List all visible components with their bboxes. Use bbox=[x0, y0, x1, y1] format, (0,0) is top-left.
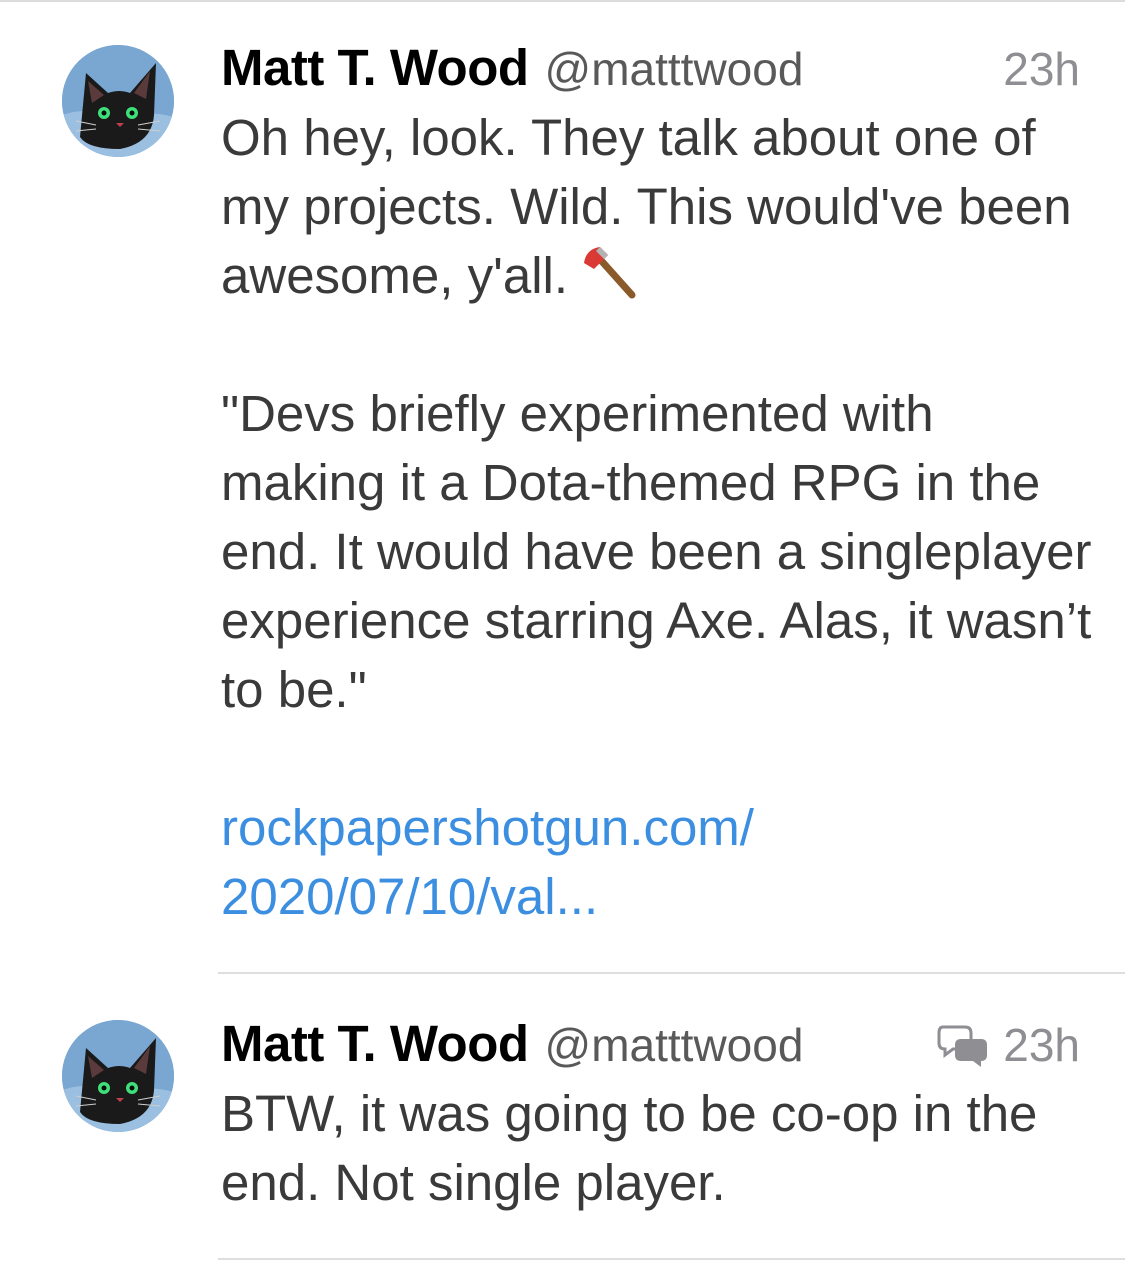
conversation-icon[interactable] bbox=[937, 1023, 989, 1067]
tweet-quote: "Devs briefly experimented with making i… bbox=[221, 385, 1092, 718]
timestamp: 23h bbox=[1003, 43, 1080, 95]
tweet-row[interactable]: Matt T. Wood @matttwood 23h Oh hey, look… bbox=[0, 0, 1125, 974]
tweet-text: Oh hey, look. They talk about one of my … bbox=[221, 103, 1101, 931]
black-cat-avatar-icon[interactable] bbox=[62, 45, 174, 157]
user-handle[interactable]: @matttwood bbox=[545, 1018, 804, 1072]
tweet-text-part: Oh hey, look. They talk about one of my … bbox=[221, 109, 1072, 304]
tweet-row[interactable]: Matt T. Wood @matttwood 23h BTW, it was … bbox=[0, 974, 1125, 1260]
axe-emoji-icon bbox=[576, 241, 638, 303]
display-name[interactable]: Matt T. Wood bbox=[221, 38, 529, 97]
user-handle[interactable]: @matttwood bbox=[545, 42, 804, 96]
tweet-header: Matt T. Wood @matttwood 23h bbox=[221, 1014, 1080, 1074]
tweet-paragraph: Oh hey, look. They talk about one of my … bbox=[221, 103, 1101, 310]
black-cat-avatar-icon[interactable] bbox=[62, 1020, 174, 1132]
tweet-paragraph: BTW, it was going to be co-op in the end… bbox=[221, 1085, 1038, 1211]
display-name[interactable]: Matt T. Wood bbox=[221, 1014, 529, 1073]
tweet-divider bbox=[218, 1258, 1125, 1260]
tweet-link[interactable]: rockpapershotgun.com/ 2020/07/10/val... bbox=[221, 793, 861, 931]
timestamp: 23h bbox=[1003, 1019, 1080, 1071]
tweet-header: Matt T. Wood @matttwood 23h bbox=[221, 38, 1080, 98]
tweet-text: BTW, it was going to be co-op in the end… bbox=[221, 1079, 1101, 1217]
